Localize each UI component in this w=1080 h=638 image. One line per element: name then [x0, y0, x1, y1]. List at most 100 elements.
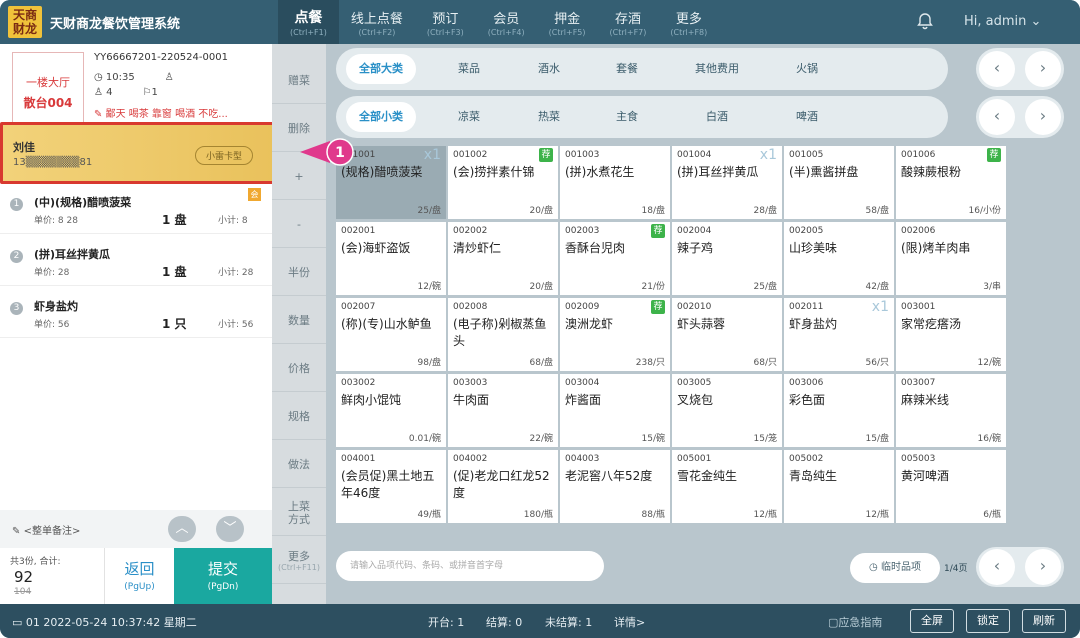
category-tab[interactable]: 凉菜 [434, 102, 504, 132]
dish-code: 003004 [565, 378, 600, 388]
op-button[interactable]: 做法 [272, 442, 326, 488]
order-remark[interactable]: ✎ 鄙天 喝茶 靠窗 喝酒 不吃... [94, 105, 264, 120]
dish-name: 老泥窖八年52度 [565, 469, 653, 483]
dish-card[interactable]: 003003 牛肉面 22/碗 [448, 374, 558, 447]
category-tab[interactable]: 全部大类 [346, 54, 416, 84]
dish-card[interactable]: 004002 (促)老龙口红龙52度 180/瓶 [448, 450, 558, 523]
dish-card[interactable]: 002005 山珍美味 42/盘 [784, 222, 894, 295]
dish-card[interactable]: 003005 叉烧包 15/笼 [672, 374, 782, 447]
nav-tab[interactable]: 线上点餐 (Ctrl+F2) [339, 0, 415, 44]
member-card[interactable]: 刘佳 13▒▒▒▒▒▒▒81 小雷卡型 [0, 122, 285, 184]
order-item[interactable]: 3 虾身盐灼 单价: 56 1 只 小计: 56 [0, 288, 272, 338]
dish-card[interactable]: 001002 (会)捞拌素什锦 20/盘 荐 [448, 146, 558, 219]
nav-tab-label: 押金 [554, 11, 581, 27]
dish-card[interactable]: 002003 香酥台児肉 21/份 荐 [560, 222, 670, 295]
op-button[interactable]: 规格 [272, 394, 326, 440]
op-label: 半份 [288, 266, 310, 279]
dish-card[interactable]: 001004 (拼)耳丝拌黄瓜 28/盘 x1 [672, 146, 782, 219]
dish-card[interactable]: 002001 (会)海虾盗饭 12/碗 [336, 222, 446, 295]
dish-card[interactable]: 005001 雪花金纯生 12/瓶 [672, 450, 782, 523]
status-bar: ▭ 01 2022-05-24 10:37:42 星期二 开台: 1 结算: 0… [0, 604, 1080, 638]
category-tab[interactable]: 主食 [592, 102, 662, 132]
dish-card[interactable]: 004001 (会员促)黑土地五年46度 49/瓶 [336, 450, 446, 523]
dish-price: 16/小份 [968, 206, 1002, 216]
dish-card[interactable]: 005003 黄河啤酒 6/瓶 [896, 450, 1006, 523]
dish-card[interactable]: 003007 麻辣米线 16/碗 [896, 374, 1006, 447]
dish-card[interactable]: 002009 澳洲龙虾 238/只 荐 [560, 298, 670, 371]
dish-card[interactable]: 002007 (称)(专)山水鲈鱼 98/盘 [336, 298, 446, 371]
user-menu[interactable]: Hi, admin ⌄ [964, 14, 1041, 29]
table-card[interactable]: 一楼大厅 散台004 [12, 52, 84, 128]
scroll-down-button[interactable]: ﹀ [216, 516, 244, 542]
nav-tab[interactable]: 会员 (Ctrl+F4) [476, 0, 537, 44]
item-price: 单价: 56 [34, 320, 70, 330]
bell-icon[interactable] [915, 11, 935, 31]
nav-tab-shortcut: (Ctrl+F7) [609, 27, 647, 37]
order-item[interactable]: 1 (中)(规格)醋喷菠菜 单价: 8 28 1 盘 小计: 8 会 [0, 184, 272, 234]
dish-card[interactable]: 005002 青岛纯生 12/瓶 [784, 450, 894, 523]
category-tab[interactable]: 白酒 [682, 102, 752, 132]
guide-link[interactable]: ▢应急指南 [828, 614, 882, 630]
category-tab[interactable]: 酒水 [514, 54, 584, 84]
temp-item-button[interactable]: ◷ 临时品项 [850, 553, 940, 583]
op-button[interactable]: - [272, 202, 326, 248]
dish-card[interactable]: 002002 清炒虾仁 20/盘 [448, 222, 558, 295]
dish-card[interactable]: 003006 彩色面 15/盘 [784, 374, 894, 447]
category-tab[interactable]: 热菜 [514, 102, 584, 132]
dish-code: 004002 [453, 454, 488, 464]
op-button[interactable]: 更多 (Ctrl+F11) [272, 538, 326, 584]
category-tab[interactable]: 套餐 [592, 54, 662, 84]
op-button[interactable]: 赠菜 [272, 58, 326, 104]
dish-card[interactable]: 001005 (半)熏酱拼盘 58/盘 [784, 146, 894, 219]
item-number: 3 [10, 302, 23, 315]
category-tab[interactable]: 啤酒 [772, 102, 842, 132]
item-price: 单价: 28 [34, 268, 70, 278]
dish-name: (拼)耳丝拌黄瓜 [677, 165, 759, 179]
submit-button[interactable]: 提交 (PgDn) [174, 548, 272, 604]
lock-button[interactable]: 锁定 [966, 609, 1010, 633]
detail-link[interactable]: 详情> [614, 614, 645, 630]
category-tab[interactable]: 菜品 [434, 54, 504, 84]
op-button[interactable]: 价格 [272, 346, 326, 392]
category-tab[interactable]: 其他费用 [682, 54, 752, 84]
op-button[interactable]: 上菜方式 [272, 490, 326, 536]
nav-tab[interactable]: 更多 (Ctrl+F8) [658, 0, 719, 44]
category-tab[interactable]: 全部小类 [346, 102, 416, 132]
nav-tab[interactable]: 存酒 (Ctrl+F7) [598, 0, 659, 44]
chevron-left-icon[interactable]: ‹ [979, 51, 1015, 87]
nav-tab[interactable]: 预订 (Ctrl+F3) [415, 0, 476, 44]
dish-card[interactable]: 002008 (电子称)剁椒蒸鱼头 68/盘 [448, 298, 558, 371]
back-button[interactable]: 返回 (PgUp) [104, 548, 174, 604]
chevron-right-icon[interactable]: › [1025, 99, 1061, 135]
chevron-left-icon[interactable]: ‹ [979, 549, 1015, 585]
terminal-info: 01 2022-05-24 10:37:42 星期二 [25, 616, 197, 629]
guide-icon: ▢ [828, 616, 839, 629]
chevron-right-icon[interactable]: › [1025, 51, 1061, 87]
app-window: 天商 财龙 天财商龙餐饮管理系统 点餐 (Ctrl+F1) 线上点餐 (Ctrl+F2)… [0, 0, 1080, 638]
refresh-button[interactable]: 刷新 [1022, 609, 1066, 633]
total-amount: 92 [14, 568, 34, 586]
order-item[interactable]: 2 (拼)耳丝拌黄瓜 单价: 28 1 盘 小计: 28 [0, 236, 272, 286]
nav-tab[interactable]: 押金 (Ctrl+F5) [537, 0, 598, 44]
dish-card[interactable]: 003004 炸酱面 15/碗 [560, 374, 670, 447]
dish-card[interactable]: 003002 鲜肉小馄饨 0.01/碗 [336, 374, 446, 447]
category-tab[interactable]: 火锅 [772, 54, 842, 84]
op-button[interactable]: 半份 [272, 250, 326, 296]
nav-tab[interactable]: 点餐 (Ctrl+F1) [278, 0, 339, 44]
fullscreen-button[interactable]: 全屏 [910, 609, 954, 633]
dish-card[interactable]: 004003 老泥窖八年52度 88/瓶 [560, 450, 670, 523]
dish-card[interactable]: 002006 (限)烤羊肉串 3/串 [896, 222, 1006, 295]
dish-card[interactable]: 002011 虾身盐灼 56/只 x1 [784, 298, 894, 371]
chevron-right-icon[interactable]: › [1025, 549, 1061, 585]
dish-card[interactable]: 002004 辣子鸡 25/盘 [672, 222, 782, 295]
dish-card[interactable]: 001003 (拼)水煮花生 18/盘 [560, 146, 670, 219]
scroll-up-button[interactable]: ︿ [168, 516, 196, 542]
note-bar[interactable]: ✎ <整单备注> ︿ ﹀ [0, 510, 272, 548]
op-button[interactable]: 数量 [272, 298, 326, 344]
dish-code: 002003 [565, 226, 600, 236]
dish-card[interactable]: 002010 虾头蒜蓉 68/只 [672, 298, 782, 371]
dish-card[interactable]: 001006 酸辣蕨根粉 16/小份 荐 [896, 146, 1006, 219]
dish-card[interactable]: 003001 家常疙瘩汤 12/碗 [896, 298, 1006, 371]
search-input[interactable]: 请输入品项代码、条码、或拼音首字母 [336, 551, 604, 581]
chevron-left-icon[interactable]: ‹ [979, 99, 1015, 135]
